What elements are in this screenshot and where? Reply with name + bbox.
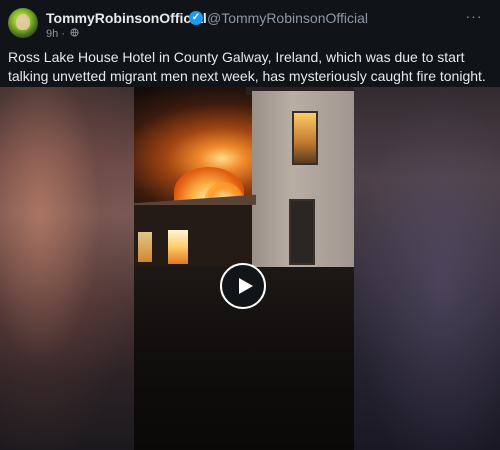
author-name[interactable]: TommyRobinsonOfficial (46, 10, 207, 26)
globe-icon (70, 28, 79, 40)
video-burning-doorway (168, 230, 188, 264)
tweet-header: TommyRobinsonOfficial ✓ @TommyRobinsonOf… (8, 6, 492, 42)
media-blur-right (354, 87, 500, 450)
tweet-media[interactable] (0, 87, 500, 450)
meta-separator: · (61, 28, 65, 40)
verified-badge-icon: ✓ (189, 11, 203, 25)
tweet-meta: 9h · (46, 28, 79, 40)
play-icon (239, 278, 253, 294)
avatar[interactable] (8, 8, 38, 38)
author-handle[interactable]: @TommyRobinsonOfficial (207, 10, 368, 26)
tweet-timestamp[interactable]: 9h (46, 28, 58, 40)
more-icon[interactable]: ··· (462, 8, 486, 28)
tweet-text: Ross Lake House Hotel in County Galway, … (8, 49, 486, 84)
media-blur-left (0, 87, 134, 450)
play-button[interactable] (220, 263, 266, 309)
video-window-lit (292, 111, 318, 165)
video-window-dark (289, 199, 315, 265)
video-burning-window (138, 232, 152, 262)
tweet-card: TommyRobinsonOfficial ✓ @TommyRobinsonOf… (0, 0, 500, 450)
